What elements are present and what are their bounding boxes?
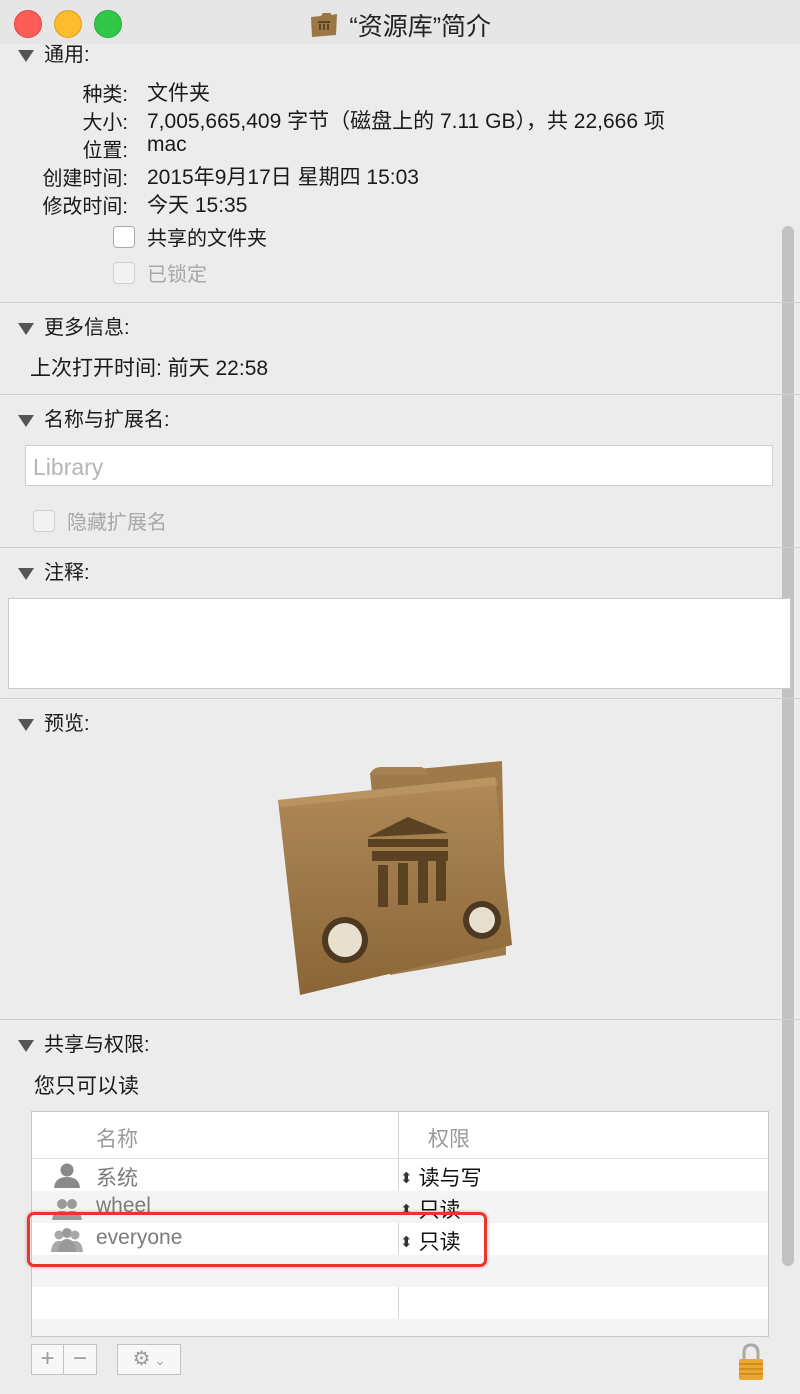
add-user-button[interactable]: + <box>31 1344 64 1375</box>
permissions-table-header: 名称 权限 <box>32 1112 768 1159</box>
chevron-down-icon: ⌄ <box>154 1353 166 1368</box>
disclosure-triangle-icon <box>18 718 34 731</box>
gear-icon: ⚙ <box>132 1348 151 1370</box>
location-value: mac <box>147 133 187 156</box>
shared-folder-label: 共享的文件夹 <box>147 228 267 250</box>
library-folder-icon <box>310 13 337 37</box>
hide-extension-checkbox-row: 隐藏扩展名 <box>33 506 167 535</box>
section-comments-title: 注释: <box>44 562 90 584</box>
stepper-arrows-icon: ⬍ <box>400 1170 413 1187</box>
shared-folder-checkbox[interactable] <box>113 225 135 248</box>
access-note: 您只可以读 <box>34 1075 139 1098</box>
window-title-wrap: “资源库”简介 <box>0 7 800 43</box>
size-label: 大小: <box>82 112 128 134</box>
row-name: 系统 <box>96 1167 138 1190</box>
disclosure-triangle-icon <box>18 1039 34 1052</box>
locked-checkbox-row: 已锁定 <box>113 258 207 287</box>
section-divider <box>0 302 800 303</box>
section-more-info-title: 更多信息: <box>44 317 130 339</box>
name-field[interactable]: Library <box>25 445 773 486</box>
modified-label: 修改时间: <box>42 196 128 218</box>
section-name-ext-title: 名称与扩展名: <box>44 409 170 431</box>
section-general-title: 通用: <box>44 44 90 66</box>
modified-value: 今天 15:35 <box>147 194 248 217</box>
section-general-header[interactable]: 通用: <box>18 38 90 67</box>
hide-extension-checkbox <box>33 509 55 532</box>
remove-user-button[interactable]: − <box>64 1344 97 1375</box>
section-sharing-title: 共享与权限: <box>44 1034 150 1056</box>
disclosure-triangle-icon <box>18 414 34 427</box>
created-value: 2015年9月17日 星期四 15:03 <box>147 166 419 189</box>
section-divider <box>0 1019 800 1020</box>
section-sharing-header[interactable]: 共享与权限: <box>18 1028 150 1057</box>
last-opened-text: 上次打开时间: 前天 22:58 <box>30 357 269 380</box>
action-menu-button[interactable]: ⚙ ⌄ <box>117 1344 181 1375</box>
size-value: 7,005,665,409 字节（磁盘上的 7.11 GB），共 22,666 … <box>147 110 665 133</box>
privilege-popup[interactable]: ⬍ 读与写 <box>400 1162 482 1192</box>
table-row[interactable]: 系统 ⬍ 读与写 <box>32 1159 768 1192</box>
window-title: “资源库”简介 <box>349 13 492 41</box>
lock-icon[interactable] <box>736 1342 766 1382</box>
section-more-info-header[interactable]: 更多信息: <box>18 311 130 340</box>
shared-folder-checkbox-row[interactable]: 共享的文件夹 <box>113 222 267 251</box>
kind-label: 种类: <box>82 84 128 106</box>
locked-checkbox <box>113 261 135 284</box>
empty-row <box>32 1319 768 1336</box>
highlight-annotation <box>27 1212 487 1267</box>
disclosure-triangle-icon <box>18 49 34 62</box>
locked-label: 已锁定 <box>147 264 207 286</box>
disclosure-triangle-icon <box>18 322 34 335</box>
user-icon <box>54 1163 80 1188</box>
kind-value: 文件夹 <box>147 82 210 105</box>
column-header-name[interactable]: 名称 <box>96 1123 138 1153</box>
section-preview-header[interactable]: 预览: <box>18 707 90 736</box>
created-label: 创建时间: <box>42 168 128 190</box>
library-folder-preview-icon <box>278 761 512 995</box>
comments-textarea[interactable] <box>8 598 791 689</box>
disclosure-triangle-icon <box>18 567 34 580</box>
section-divider <box>0 698 800 699</box>
scrollbar-thumb[interactable] <box>782 226 794 1266</box>
section-divider <box>0 547 800 548</box>
hide-extension-label: 隐藏扩展名 <box>67 512 167 534</box>
add-remove-buttons: + − <box>31 1344 97 1375</box>
section-name-ext-header[interactable]: 名称与扩展名: <box>18 403 170 432</box>
empty-row <box>32 1287 768 1319</box>
section-divider <box>0 394 800 395</box>
column-header-privilege[interactable]: 权限 <box>428 1123 470 1153</box>
section-preview-title: 预览: <box>44 713 90 735</box>
section-comments-header[interactable]: 注释: <box>18 556 90 585</box>
privilege-value: 读与写 <box>418 1167 482 1190</box>
title-bar: “资源库”简介 <box>0 0 800 44</box>
location-label: 位置: <box>82 140 128 162</box>
